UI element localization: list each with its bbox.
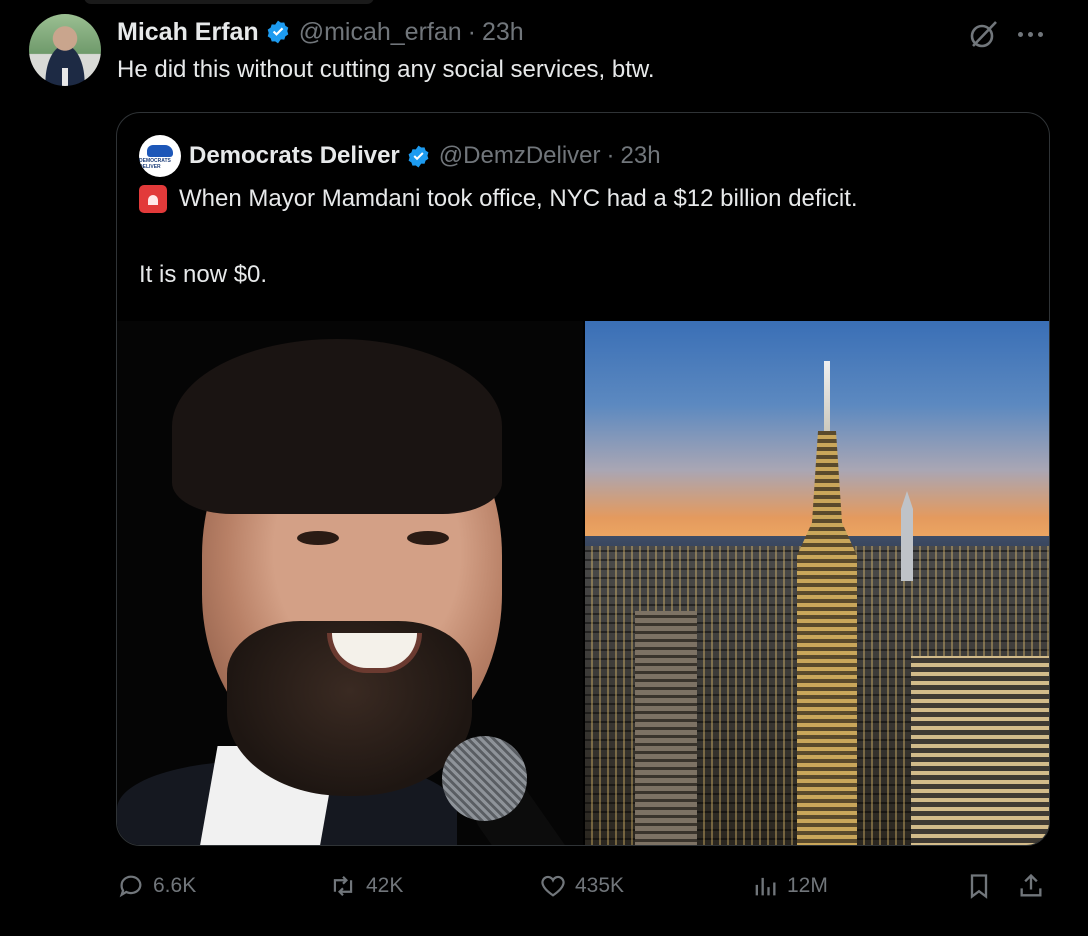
bookmark-icon [965,872,993,900]
previous-post-remnant [0,0,1088,8]
grok-icon[interactable] [968,18,1000,50]
portrait-photo[interactable] [117,321,583,845]
separator-dot: · [606,142,615,169]
author-avatar[interactable] [29,14,101,86]
avatar-logo-text: DEMOCRATS DELIVER [139,157,171,170]
like-count: 435K [575,874,625,897]
views-button[interactable]: 12M [751,866,828,906]
quoted-tweet-card[interactable]: DEMOCRATS DELIVER Democrats Deliver @Dem… [116,112,1050,846]
reply-button[interactable]: 6.6K [117,866,196,906]
donkey-logo-icon [147,144,173,157]
more-icon[interactable] [1018,24,1048,44]
tweet-header: Micah Erfan @micah_erfan · 23h [117,16,524,48]
quoted-tweet-header: Democrats Deliver @DemzDeliver · 23h [189,139,661,173]
author-name[interactable]: Micah Erfan [117,18,259,47]
quoted-author-avatar[interactable]: DEMOCRATS DELIVER [139,135,181,177]
media-grid [117,321,1049,845]
verified-badge-icon[interactable] [406,144,431,169]
views-icon [751,872,779,900]
share-icon [1017,872,1045,900]
quoted-tweet-time[interactable]: 23h [621,142,661,170]
reply-icon [117,872,145,900]
quoted-author-handle[interactable]: @DemzDeliver [439,142,601,170]
siren-emoji-icon [139,185,167,213]
repost-icon [328,872,358,900]
quoted-tweet-line-1: When Mayor Mamdani took office, NYC had … [139,185,858,213]
verified-badge-icon[interactable] [265,19,291,45]
reply-count: 6.6K [153,874,197,897]
author-handle[interactable]: @micah_erfan [299,18,462,47]
quoted-tweet-text-1: When Mayor Mamdani took office, NYC had … [179,185,858,212]
tweet-text: He did this without cutting any social s… [117,56,655,83]
separator-dot: · [467,17,476,46]
action-bar: 6.6K 42K 435K 12M [117,866,1051,906]
share-button[interactable] [1017,866,1045,906]
quoted-tweet-line-2: It is now $0. [139,261,268,288]
views-count: 12M [787,874,828,897]
repost-count: 42K [366,874,404,897]
like-icon [539,872,567,900]
skyline-photo[interactable] [585,321,1049,845]
bookmark-button[interactable] [965,866,993,906]
like-button[interactable]: 435K [539,866,624,906]
repost-button[interactable]: 42K [328,866,403,906]
quoted-author-name[interactable]: Democrats Deliver [189,142,400,170]
tweet-time[interactable]: 23h [482,18,524,47]
